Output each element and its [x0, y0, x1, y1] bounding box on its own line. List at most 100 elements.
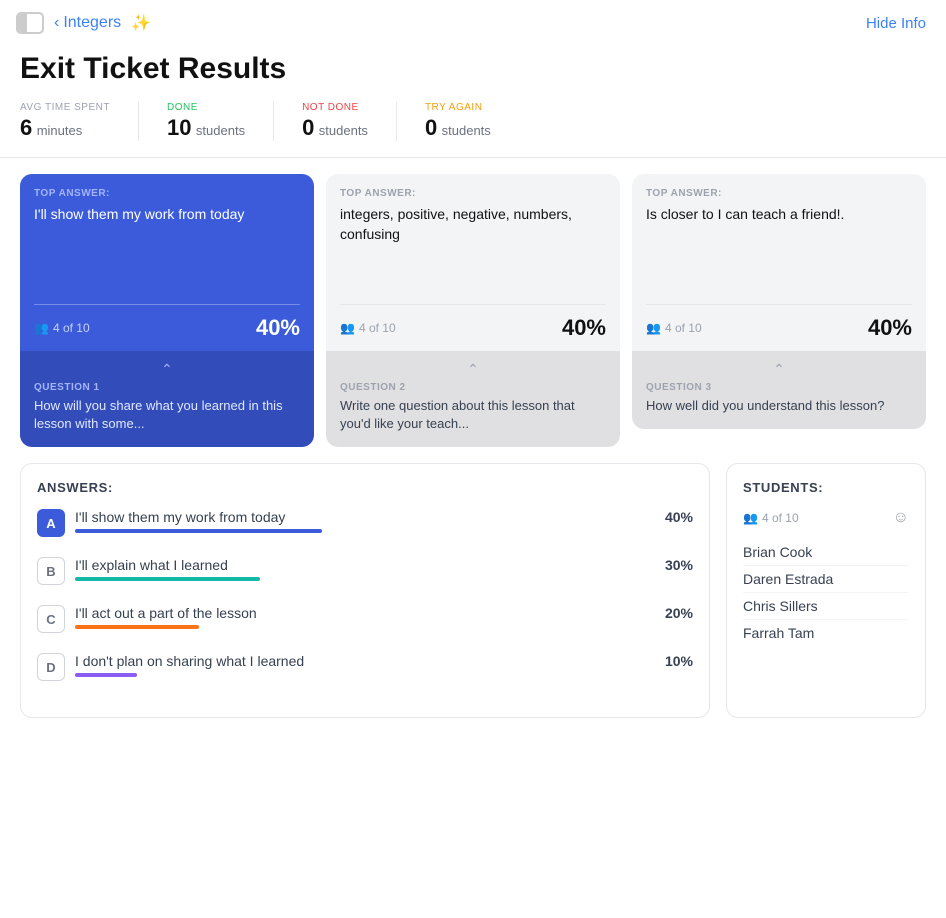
card-count-2: 👥 4 of 10 [340, 321, 396, 335]
card-pct-3: 40% [868, 315, 912, 341]
card-top-2: TOP ANSWER: integers, positive, negative… [326, 174, 620, 304]
answer-text-row-c: I'll act out a part of the lesson 20% [75, 605, 693, 621]
card-q-text-1: How will you share what you learned in t… [34, 397, 300, 433]
answer-bar-c [75, 625, 199, 629]
student-name-4: Farrah Tam [743, 620, 909, 646]
answer-text-row-a: I'll show them my work from today 40% [75, 509, 693, 525]
card-bottom-2: ⌃ QUESTION 2 Write one question about th… [326, 351, 620, 447]
card-top-label-2: TOP ANSWER: [340, 188, 606, 199]
back-chevron-icon: ‹ [54, 14, 59, 32]
card-count-1: 👥 4 of 10 [34, 321, 90, 335]
expand-icon-1: ⌃ [161, 361, 173, 378]
answer-pct-b: 30% [665, 557, 693, 573]
sidebar-toggle[interactable] [16, 12, 44, 34]
stat-done: DONE 10 students [167, 102, 274, 141]
card-q-label-3: QUESTION 3 [646, 382, 912, 393]
answer-text-a: I'll show them my work from today [75, 509, 285, 525]
answers-title: ANSWERS: [37, 480, 693, 495]
expand-btn-3[interactable]: ⌃ [646, 361, 912, 378]
sidebar-toggle-right [27, 14, 42, 32]
answer-bar-b [75, 577, 260, 581]
answer-item-a: A I'll show them my work from today 40% [37, 509, 693, 537]
card-q-text-2: Write one question about this lesson tha… [340, 397, 606, 433]
stat-avg-time-label: AVG TIME SPENT [20, 102, 110, 113]
card-top-answer-1: I'll show them my work from today [34, 205, 300, 225]
back-label: Integers [63, 14, 121, 32]
stat-not-done-value: 0 students [302, 115, 368, 141]
card-q-text-3: How well did you understand this lesson? [646, 397, 912, 415]
card-stats-3: 👥 4 of 10 40% [632, 305, 926, 351]
answer-body-c: I'll act out a part of the lesson 20% [75, 605, 693, 629]
expand-icon-3: ⌃ [773, 361, 785, 378]
people-icon-2: 👥 [340, 321, 355, 335]
answer-pct-a: 40% [665, 509, 693, 525]
answer-body-a: I'll show them my work from today 40% [75, 509, 693, 533]
main-content: ANSWERS: A I'll show them my work from t… [0, 463, 946, 738]
people-icon-3: 👥 [646, 321, 661, 335]
stat-done-value: 10 students [167, 115, 245, 141]
card-top-label-1: TOP ANSWER: [34, 188, 300, 199]
answer-bar-a [75, 529, 322, 533]
answer-letter-c: C [37, 605, 65, 633]
students-count: 👥 4 of 10 [743, 511, 799, 525]
card-stats-1: 👥 4 of 10 40% [20, 305, 314, 351]
card-top-1: TOP ANSWER: I'll show them my work from … [20, 174, 314, 304]
card-q-label-2: QUESTION 2 [340, 382, 606, 393]
card-pct-2: 40% [562, 315, 606, 341]
smiley-icon[interactable]: ☺ [893, 509, 909, 527]
card-pct-1: 40% [256, 315, 300, 341]
answer-text-d: I don't plan on sharing what I learned [75, 653, 304, 669]
answer-pct-d: 10% [665, 653, 693, 669]
answer-text-row-d: I don't plan on sharing what I learned 1… [75, 653, 693, 669]
answer-bar-d [75, 673, 137, 677]
questions-row: TOP ANSWER: I'll show them my work from … [0, 158, 946, 463]
stats-bar: AVG TIME SPENT 6 minutes DONE 10 student… [0, 102, 946, 158]
card-top-3: TOP ANSWER: Is closer to I can teach a f… [632, 174, 926, 304]
student-name-3: Chris Sillers [743, 593, 909, 620]
answers-panel: ANSWERS: A I'll show them my work from t… [20, 463, 710, 718]
card-stats-2: 👥 4 of 10 40% [326, 305, 620, 351]
stat-avg-time-value: 6 minutes [20, 115, 110, 141]
card-bottom-1: ⌃ QUESTION 1 How will you share what you… [20, 351, 314, 447]
question-card-3[interactable]: TOP ANSWER: Is closer to I can teach a f… [632, 174, 926, 429]
students-panel: STUDENTS: 👥 4 of 10 ☺ Brian Cook Daren E… [726, 463, 926, 718]
card-bottom-3: ⌃ QUESTION 3 How well did you understand… [632, 351, 926, 429]
stat-not-done: NOT DONE 0 students [302, 102, 397, 141]
answer-body-b: I'll explain what I learned 30% [75, 557, 693, 581]
hide-info-button[interactable]: Hide Info [866, 15, 926, 32]
answer-text-b: I'll explain what I learned [75, 557, 228, 573]
sidebar-toggle-left [18, 14, 27, 32]
students-title: STUDENTS: [743, 480, 909, 495]
stat-try-again: TRY AGAIN 0 students [425, 102, 519, 141]
card-top-answer-3: Is closer to I can teach a friend!. [646, 205, 912, 225]
answer-letter-d: D [37, 653, 65, 681]
expand-btn-2[interactable]: ⌃ [340, 361, 606, 378]
stat-try-again-label: TRY AGAIN [425, 102, 491, 113]
expand-btn-1[interactable]: ⌃ [34, 361, 300, 378]
answer-body-d: I don't plan on sharing what I learned 1… [75, 653, 693, 677]
stat-avg-time: AVG TIME SPENT 6 minutes [20, 102, 139, 141]
question-card-1[interactable]: TOP ANSWER: I'll show them my work from … [20, 174, 314, 447]
card-count-3: 👥 4 of 10 [646, 321, 702, 335]
header-left: ‹ Integers ✨ [16, 12, 151, 34]
sparkle-icon: ✨ [131, 13, 151, 33]
student-name-1: Brian Cook [743, 539, 909, 566]
card-top-label-3: TOP ANSWER: [646, 188, 912, 199]
answer-pct-c: 20% [665, 605, 693, 621]
page-title: Exit Ticket Results [0, 42, 946, 102]
stat-done-label: DONE [167, 102, 245, 113]
stat-not-done-label: NOT DONE [302, 102, 368, 113]
student-name-2: Daren Estrada [743, 566, 909, 593]
answer-letter-a: A [37, 509, 65, 537]
card-q-label-1: QUESTION 1 [34, 382, 300, 393]
question-card-2[interactable]: TOP ANSWER: integers, positive, negative… [326, 174, 620, 447]
answer-text-row-b: I'll explain what I learned 30% [75, 557, 693, 573]
answer-item-c: C I'll act out a part of the lesson 20% [37, 605, 693, 633]
expand-icon-2: ⌃ [467, 361, 479, 378]
back-button[interactable]: ‹ Integers [54, 14, 121, 32]
students-header: 👥 4 of 10 ☺ [743, 509, 909, 527]
answer-letter-b: B [37, 557, 65, 585]
students-people-icon: 👥 [743, 511, 758, 525]
header: ‹ Integers ✨ Hide Info [0, 0, 946, 42]
answer-item-b: B I'll explain what I learned 30% [37, 557, 693, 585]
